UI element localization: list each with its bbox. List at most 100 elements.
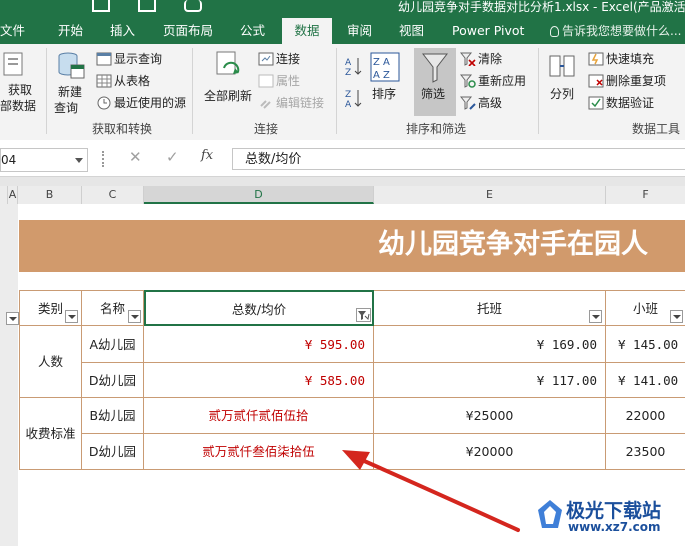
daycare-cell[interactable]: ¥ 117.00 (374, 363, 606, 398)
column-header-e[interactable]: E (374, 186, 606, 204)
remove-duplicates-label: 删除重复项 (606, 74, 667, 88)
title-bar: 幼儿园竞争对手数据对比分析1.xlsx - Excel(产品激活失 (0, 0, 685, 18)
column-header-d[interactable]: D (144, 186, 374, 204)
title-banner: 幼儿园竞争对手在园人 (19, 220, 685, 272)
get-data-label-2: 部数据 (0, 99, 37, 113)
header-total-label: 总数/均价 (231, 302, 287, 317)
filter-funnel-icon (422, 53, 448, 83)
formula-bar: 04 ✕ ✓ fx 总数/均价 (0, 140, 685, 177)
refresh-all-label: 全部刷新 (204, 89, 253, 103)
sort-label: 排序 (372, 87, 397, 101)
flash-fill-label: 快速填充 (606, 52, 655, 66)
small-cell[interactable]: ¥ 141.00 (606, 363, 685, 398)
cancel-icon[interactable]: ✕ (129, 148, 142, 166)
tell-me-box[interactable]: 告诉我您想要做什么... (550, 18, 681, 44)
tab-data[interactable]: 数据 (282, 18, 332, 44)
clock-icon (97, 96, 111, 110)
filter-dropdown-name[interactable] (128, 310, 141, 323)
get-data-label-1: 获取 (8, 83, 33, 97)
svg-text:A: A (345, 100, 352, 108)
tab-insert[interactable]: 插入 (110, 18, 135, 44)
group-get-transform: 获取和转换 (92, 122, 153, 136)
column-header-c[interactable]: C (82, 186, 144, 204)
watermark-logo-icon (538, 500, 562, 528)
filter-dropdown-a[interactable] (6, 312, 19, 325)
name-cell[interactable]: D幼儿园 (82, 434, 144, 470)
edit-links-label: 编辑链接 (276, 96, 325, 110)
data-validation-icon (588, 96, 604, 110)
tell-me-text: 告诉我您想要做什么... (562, 24, 682, 38)
tab-power-pivot[interactable]: Power Pivot (452, 18, 524, 44)
row-headers[interactable] (0, 204, 19, 546)
filter-dropdown-category[interactable] (65, 310, 78, 323)
sort-descending-icon[interactable]: ZA (344, 88, 362, 108)
category-cell-count[interactable]: 人数 (19, 326, 82, 398)
name-box[interactable]: 04 (0, 148, 88, 172)
advanced-label: 高级 (478, 96, 503, 110)
total-cell[interactable]: ¥ 585.00 (144, 363, 374, 398)
new-query-label-1: 新建 (58, 85, 83, 99)
name-cell[interactable]: D幼儿园 (82, 363, 144, 398)
chevron-down-icon[interactable] (75, 158, 83, 163)
column-header-f[interactable]: F (606, 186, 685, 204)
filter-dropdown-small[interactable] (670, 310, 683, 323)
sort-ascending-icon[interactable]: AZ (344, 56, 362, 76)
tab-page-layout[interactable]: 页面布局 (163, 18, 213, 44)
touch-mode-icon[interactable] (184, 0, 202, 12)
formula-bar-splitter-icon[interactable] (102, 151, 107, 167)
tab-file[interactable]: 文件 (0, 18, 30, 44)
svg-text:A Z: A Z (373, 70, 390, 81)
small-cell[interactable]: ¥ 145.00 (606, 326, 685, 363)
small-cell[interactable]: 22000 (606, 398, 685, 434)
daycare-cell[interactable]: ¥ 169.00 (374, 326, 606, 363)
group-data-tools: 数据工具 (632, 122, 681, 136)
name-cell[interactable]: B幼儿园 (82, 398, 144, 434)
enter-icon[interactable]: ✓ (166, 148, 179, 166)
tab-review[interactable]: 审阅 (347, 18, 372, 44)
group-sort-filter: 排序和筛选 (406, 122, 467, 136)
clear-label: 清除 (478, 52, 503, 66)
total-cell[interactable]: 贰万贰仟贰佰伍拾 (144, 398, 374, 434)
svg-text:Z A: Z A (373, 57, 390, 68)
column-header-a[interactable]: A (8, 186, 18, 204)
connections-label: 连接 (276, 52, 301, 66)
daycare-cell[interactable]: ¥25000 (374, 398, 606, 434)
properties-label: 属性 (276, 74, 301, 88)
select-all-corner[interactable] (0, 186, 8, 204)
print-preview-icon[interactable] (138, 0, 156, 12)
show-queries-label: 显示查询 (114, 52, 163, 66)
from-table-label: 从表格 (114, 74, 151, 88)
insert-function-icon[interactable]: fx (201, 148, 213, 163)
edit-links-icon (260, 100, 271, 109)
column-header-b[interactable]: B (18, 186, 82, 204)
category-count-label: 人数 (37, 354, 63, 369)
ribbon-separator (538, 48, 539, 134)
clear-filter-icon (460, 52, 476, 66)
total-cell[interactable]: ¥ 595.00 (144, 326, 374, 363)
svg-text:Z: Z (345, 90, 351, 100)
tab-home[interactable]: 开始 (58, 18, 83, 44)
filter-dropdown-daycare[interactable] (589, 310, 602, 323)
small-cell[interactable]: 23500 (606, 434, 685, 470)
tab-view[interactable]: 视图 (399, 18, 424, 44)
header-cell-total[interactable]: 总数/均价 (144, 290, 374, 326)
ribbon-body: 获取 部数据 新建 查询 显示查询 从表格 最近使用的源 获取和转换 全部刷新 (0, 44, 685, 141)
tab-formulas[interactable]: 公式 (240, 18, 265, 44)
name-cell[interactable]: A幼儿园 (82, 326, 144, 363)
save-icon[interactable] (92, 0, 110, 12)
column-headers: A B C D E F (0, 186, 685, 205)
advanced-filter-icon (460, 96, 476, 110)
remove-duplicates-icon (588, 74, 604, 88)
category-cell-fee[interactable]: 收费标准 (19, 398, 82, 470)
filter-button[interactable]: 筛选 (414, 48, 456, 116)
formula-input[interactable]: 总数/均价 (232, 148, 685, 170)
group-connections: 连接 (254, 122, 279, 136)
header-cell-daycare[interactable]: 托班 (374, 290, 606, 326)
filter-applied-icon[interactable] (356, 308, 371, 322)
svg-text:Z: Z (345, 68, 351, 76)
header-category-label: 类别 (37, 301, 63, 316)
flash-fill-icon (588, 52, 604, 66)
recent-sources-label: 最近使用的源 (114, 96, 187, 110)
watermark-url: www.xz7.com (568, 520, 661, 534)
lightbulb-icon (550, 26, 559, 37)
